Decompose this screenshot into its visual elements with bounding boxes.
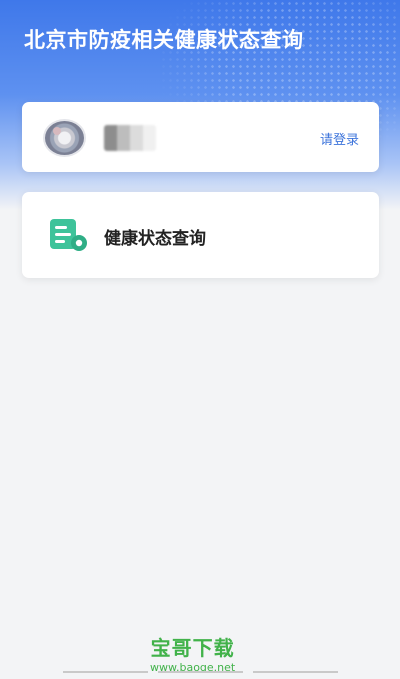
indicator-segment bbox=[252, 671, 338, 673]
page-title: 北京市防疫相关健康状态查询 bbox=[24, 28, 304, 52]
watermark-text: 宝哥下载 bbox=[150, 636, 235, 660]
indicator-segment bbox=[157, 671, 243, 673]
health-document-icon bbox=[48, 217, 88, 253]
bottom-indicator bbox=[0, 671, 400, 679]
health-status-query-card[interactable]: 健康状态查询 bbox=[22, 192, 379, 278]
user-card[interactable]: 请登录 bbox=[22, 102, 379, 172]
login-link[interactable]: 请登录 bbox=[320, 129, 359, 148]
blurred-username bbox=[104, 125, 156, 151]
indicator-segment bbox=[62, 671, 148, 673]
service-label: 健康状态查询 bbox=[104, 229, 206, 249]
avatar[interactable] bbox=[43, 119, 86, 157]
watermark: 宝哥下载 www.baoge.net bbox=[150, 632, 235, 674]
